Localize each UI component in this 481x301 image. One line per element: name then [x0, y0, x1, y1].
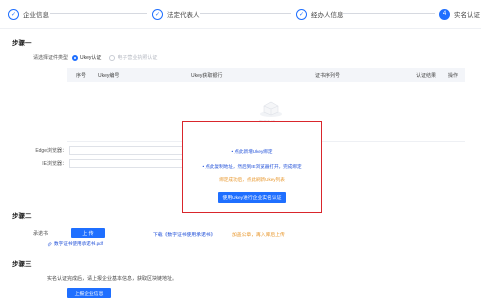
- progress-stepper: ✓ 企业信息 ✓ 法定代表人 ✓ 经办人信息 4 实名认证: [0, 0, 481, 30]
- ukey-table-header: 序号 Ukey编号 Ukey获取银行 证书序列号 认证结果 操作: [67, 68, 465, 82]
- check-icon: ✓: [152, 8, 163, 20]
- step-legal-rep[interactable]: ✓ 法定代表人: [152, 7, 200, 21]
- upload-button[interactable]: 上 传: [71, 228, 105, 238]
- step-number: 4: [439, 8, 450, 20]
- add-ukey-binding-link[interactable]: • 点此新增Ukey绑定: [183, 149, 321, 155]
- step-label: 实名认证: [454, 12, 480, 19]
- ukey-auth-button[interactable]: 使用Ukey进行企业实名认证: [218, 192, 286, 203]
- edge-browser-label: Edge浏览器：: [35, 148, 67, 154]
- step1-title: 步骤一: [12, 40, 32, 47]
- refresh-ukey-list-link[interactable]: 绑定成功后，点此刷新Ukey列表: [183, 177, 321, 183]
- step3-description: 实名认证完成后，请上报企业基本信息，获取区块链地址。: [47, 276, 178, 282]
- empty-box-icon: [260, 101, 282, 117]
- col-ukey-bank: Ukey获取银行: [191, 73, 223, 79]
- seal-warning-text: 加盖公章，再入库后上传: [232, 233, 285, 238]
- copy-address-link[interactable]: • 点此复制地址，然后到IE浏览器打开，完成绑定: [183, 164, 321, 170]
- step3-title: 步骤三: [12, 261, 32, 268]
- radio-electronic-license[interactable]: [109, 54, 116, 61]
- ie-browser-label: IE浏览器：: [42, 161, 67, 167]
- uploaded-file-name[interactable]: 数字证书使用承诺书.pdf: [54, 241, 103, 247]
- download-commitment-link[interactable]: 下载《数字证书使用承诺书》: [153, 231, 215, 238]
- commitment-upload-row: 承诺书 上 传: [33, 228, 105, 238]
- step-company-info[interactable]: ✓ 企业信息: [8, 7, 49, 21]
- paperclip-icon: [47, 241, 52, 246]
- radio-electronic-license-label[interactable]: 电子营业执照认证: [117, 54, 157, 61]
- check-icon: ✓: [8, 8, 19, 20]
- step-label: 法定代表人: [167, 12, 200, 19]
- check-icon: ✓: [296, 8, 307, 20]
- cert-type-label: 请选择证件类型: [33, 55, 69, 61]
- step-real-name-auth[interactable]: 4 实名认证: [439, 7, 480, 21]
- step-label: 企业信息: [23, 12, 49, 19]
- cert-type-selector: 请选择证件类型 Ukey认证 电子营业执照认证: [33, 54, 165, 61]
- ukey-instructions-panel: • 点此新增Ukey绑定 • 点此复制地址，然后到IE浏览器打开，完成绑定 绑定…: [182, 121, 322, 213]
- col-actions: 操作: [448, 73, 459, 79]
- col-cert-serial: 证书序列号: [315, 73, 341, 79]
- step-connector: [50, 13, 147, 14]
- uploaded-file-link[interactable]: 数字证书使用承诺书.pdf: [47, 241, 103, 247]
- step-connector: [200, 13, 291, 14]
- divider: [0, 28, 481, 29]
- radio-ukey[interactable]: [72, 54, 79, 61]
- radio-ukey-label[interactable]: Ukey认证: [80, 54, 101, 61]
- col-auth-result: 认证结果: [416, 73, 437, 79]
- step-agent-info[interactable]: ✓ 经办人信息: [296, 7, 344, 21]
- commitment-label: 承诺书: [33, 230, 49, 237]
- col-ukey-number: Ukey编号: [98, 73, 120, 79]
- col-index: 序号: [76, 73, 87, 79]
- step2-title: 步骤二: [12, 213, 32, 220]
- report-company-info-button[interactable]: 上报企业信息: [67, 288, 111, 298]
- step-connector: [343, 13, 435, 14]
- step-label: 经办人信息: [311, 12, 344, 19]
